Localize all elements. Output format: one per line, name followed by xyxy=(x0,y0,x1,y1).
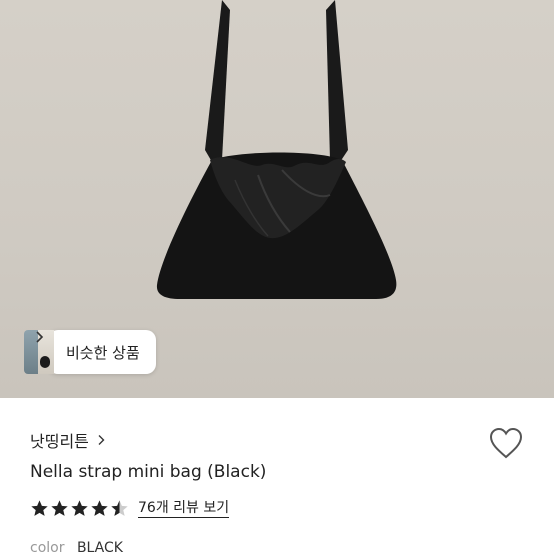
star-icon xyxy=(71,500,88,516)
star-icon xyxy=(31,500,48,516)
store-link[interactable]: 낫띵리튼 xyxy=(30,428,107,452)
rating-row: 76개 리뷰 보기 xyxy=(30,499,230,518)
similar-label: 비슷한 상품 xyxy=(66,343,140,362)
chevron-right-icon xyxy=(98,435,105,445)
star-icon xyxy=(91,500,108,516)
chevron-right-icon xyxy=(36,331,44,343)
product-title: Nella strap mini bag (Black) xyxy=(30,462,267,482)
similar-chip-body[interactable]: 비슷한 상품 xyxy=(36,330,156,374)
reviews-link[interactable]: 76개 리뷰 보기 xyxy=(138,500,230,518)
product-image[interactable]: 비슷한 상품 xyxy=(0,0,554,398)
rating-stars xyxy=(30,499,130,518)
star-icon xyxy=(51,500,68,516)
store-name: 낫띵리튼 xyxy=(30,432,89,451)
similar-products-button[interactable]: 비슷한 상품 xyxy=(24,330,156,374)
half-star-icon xyxy=(111,500,128,516)
heart-outline-icon[interactable] xyxy=(488,426,524,460)
